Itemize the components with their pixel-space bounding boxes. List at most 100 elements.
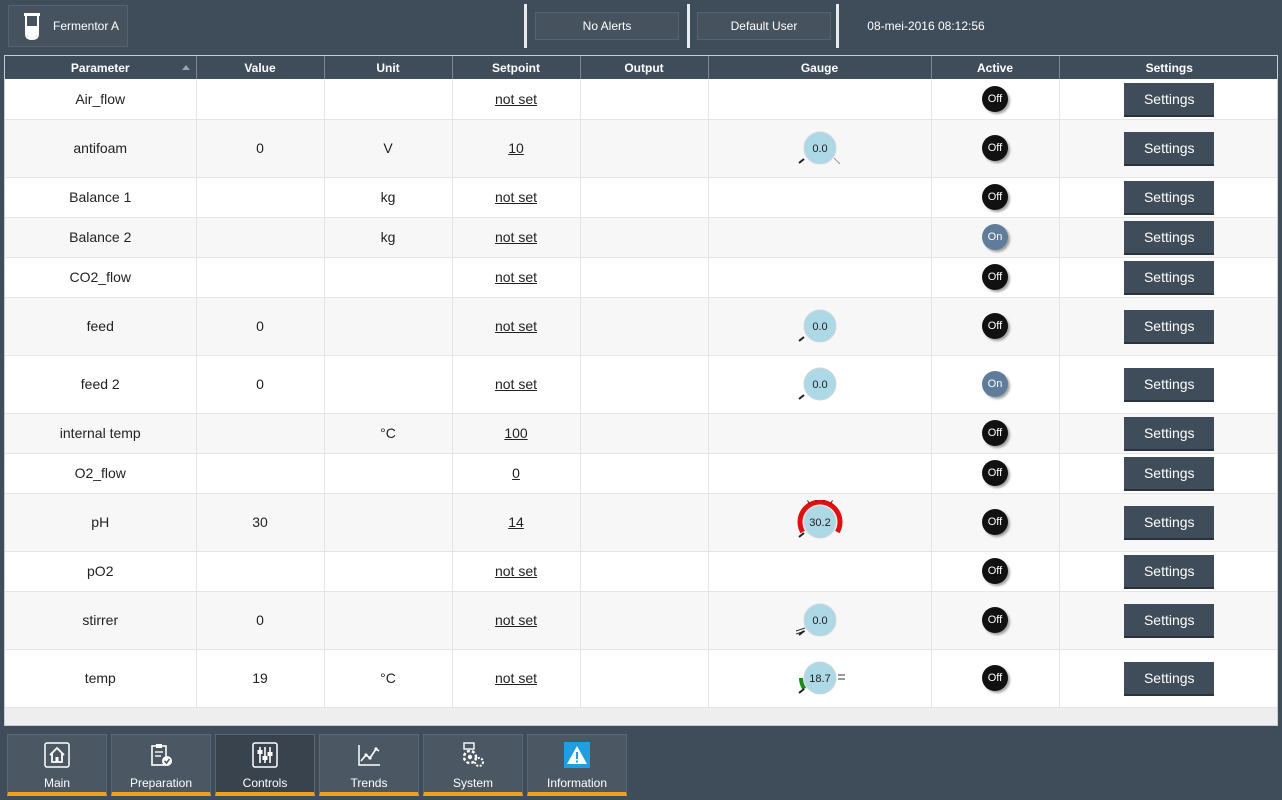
cell-parameter: stirrer xyxy=(5,591,197,650)
active-toggle[interactable]: Off xyxy=(982,184,1008,210)
cell-setpoint-text[interactable]: 10 xyxy=(508,140,524,156)
active-toggle[interactable]: Off xyxy=(982,135,1008,161)
alerts-indicator[interactable]: No Alerts xyxy=(535,12,679,40)
cell-value-text: 0 xyxy=(256,140,264,156)
nav-trends-button[interactable]: Trends xyxy=(319,734,419,796)
column-header-output[interactable]: Output xyxy=(580,56,709,79)
cell-unit-text: V xyxy=(383,140,393,156)
cell-unit-text: °C xyxy=(380,425,396,441)
column-header-label: Value xyxy=(244,60,276,75)
cell-setpoint[interactable]: 14 xyxy=(452,493,581,552)
cell-setpoint[interactable]: not set xyxy=(452,79,581,120)
cell-parameter: Air_flow xyxy=(5,79,197,120)
settings-button[interactable]: Settings xyxy=(1124,181,1215,213)
cell-setpoint-text[interactable]: not set xyxy=(495,229,537,245)
cell-output xyxy=(580,79,709,120)
cell-setpoint-text[interactable]: not set xyxy=(495,269,537,285)
cell-unit xyxy=(324,257,453,298)
settings-button[interactable]: Settings xyxy=(1124,132,1215,164)
cell-parameter-text: CO2_flow xyxy=(69,269,131,285)
cell-parameter-text: pH xyxy=(91,514,110,530)
nav-label: Information xyxy=(546,776,608,790)
active-toggle[interactable]: Off xyxy=(982,264,1008,290)
cell-parameter: feed xyxy=(5,297,197,356)
nav-system-button[interactable]: System xyxy=(423,734,523,796)
cell-unit xyxy=(324,297,453,356)
nav-information-button[interactable]: Information xyxy=(527,734,627,796)
cell-setpoint-text[interactable]: 0 xyxy=(512,465,520,481)
active-toggle[interactable]: Off xyxy=(982,460,1008,486)
cell-setpoint-text[interactable]: not set xyxy=(495,612,537,628)
active-toggle[interactable]: Off xyxy=(982,420,1008,446)
nav-main-button[interactable]: Main xyxy=(7,734,107,796)
cell-setpoint[interactable]: not set xyxy=(452,591,581,650)
cell-unit xyxy=(324,493,453,552)
nav-label: Controls xyxy=(242,776,288,790)
sort-ascending-icon xyxy=(181,65,190,70)
cell-setpoint[interactable]: not set xyxy=(452,177,581,218)
cell-output xyxy=(580,413,709,454)
cell-setpoint-text[interactable]: not set xyxy=(495,670,537,686)
cell-value: 30 xyxy=(196,493,325,552)
cell-setpoint[interactable]: not set xyxy=(452,257,581,298)
active-toggle[interactable]: Off xyxy=(982,313,1008,339)
gauge-reading: 0.0 xyxy=(812,615,827,627)
cell-setpoint-text[interactable]: 100 xyxy=(504,425,527,441)
settings-button[interactable]: Settings xyxy=(1124,457,1215,489)
cell-setpoint-text[interactable]: not set xyxy=(495,318,537,334)
column-header-label: Setpoint xyxy=(492,60,540,75)
nav-preparation-button[interactable]: Preparation xyxy=(111,734,211,796)
active-toggle[interactable]: Off xyxy=(982,607,1008,633)
table-row: O2_flow 0 Off Settings xyxy=(5,453,1277,494)
settings-button[interactable]: Settings xyxy=(1124,555,1215,587)
column-header-parameter[interactable]: Parameter xyxy=(5,56,197,79)
settings-button[interactable]: Settings xyxy=(1124,368,1215,400)
active-toggle[interactable]: On xyxy=(982,224,1008,250)
settings-button[interactable]: Settings xyxy=(1124,506,1215,538)
device-selector[interactable]: Fermentor A xyxy=(8,5,128,47)
cell-setpoint[interactable]: not set xyxy=(452,355,581,414)
cell-setpoint[interactable]: not set xyxy=(452,297,581,356)
column-header-label: Active xyxy=(976,60,1014,75)
cell-setpoint[interactable]: 10 xyxy=(452,119,581,178)
active-toggle[interactable]: Off xyxy=(982,558,1008,584)
column-header-active[interactable]: Active xyxy=(931,56,1060,79)
cell-setpoint[interactable]: not set xyxy=(452,649,581,708)
cell-setpoint[interactable]: 0 xyxy=(452,453,581,494)
cell-setpoint[interactable]: not set xyxy=(452,217,581,258)
column-header-unit[interactable]: Unit xyxy=(324,56,453,79)
settings-button[interactable]: Settings xyxy=(1124,604,1215,636)
column-header-settings[interactable]: Settings xyxy=(1059,56,1277,79)
nav-controls-button[interactable]: Controls xyxy=(215,734,315,796)
user-indicator[interactable]: Default User xyxy=(697,12,831,40)
cell-setpoint-text[interactable]: not set xyxy=(495,189,537,205)
cell-unit: kg xyxy=(324,177,453,218)
cell-active: On xyxy=(931,355,1060,414)
cell-settings: Settings xyxy=(1059,355,1277,414)
settings-button[interactable]: Settings xyxy=(1124,82,1215,115)
settings-button[interactable]: Settings xyxy=(1124,310,1215,342)
active-toggle[interactable]: Off xyxy=(982,665,1008,691)
active-toggle[interactable]: On xyxy=(982,371,1008,397)
separator xyxy=(524,4,527,48)
settings-button[interactable]: Settings xyxy=(1124,662,1215,694)
column-header-setpoint[interactable]: Setpoint xyxy=(452,56,581,79)
cell-setpoint-text[interactable]: 14 xyxy=(508,514,524,530)
cell-settings: Settings xyxy=(1059,177,1277,218)
cell-setpoint-text[interactable]: not set xyxy=(495,376,537,392)
active-toggle[interactable]: Off xyxy=(982,85,1008,112)
column-header-value[interactable]: Value xyxy=(196,56,325,79)
cell-unit xyxy=(324,551,453,592)
cell-setpoint[interactable]: 100 xyxy=(452,413,581,454)
column-header-gauge[interactable]: Gauge xyxy=(708,56,932,79)
cell-setpoint-text[interactable]: not set xyxy=(495,91,537,107)
settings-button[interactable]: Settings xyxy=(1124,221,1215,253)
cell-unit xyxy=(324,591,453,650)
table-header-row: Parameter Value Unit Setpoint Output Gauge Act… xyxy=(5,56,1277,79)
cell-setpoint[interactable]: not set xyxy=(452,551,581,592)
active-toggle[interactable]: Off xyxy=(982,509,1008,535)
gauge-reading: 18.7 xyxy=(809,673,830,685)
cell-setpoint-text[interactable]: not set xyxy=(495,563,537,579)
settings-button[interactable]: Settings xyxy=(1124,261,1215,293)
settings-button[interactable]: Settings xyxy=(1124,417,1215,449)
